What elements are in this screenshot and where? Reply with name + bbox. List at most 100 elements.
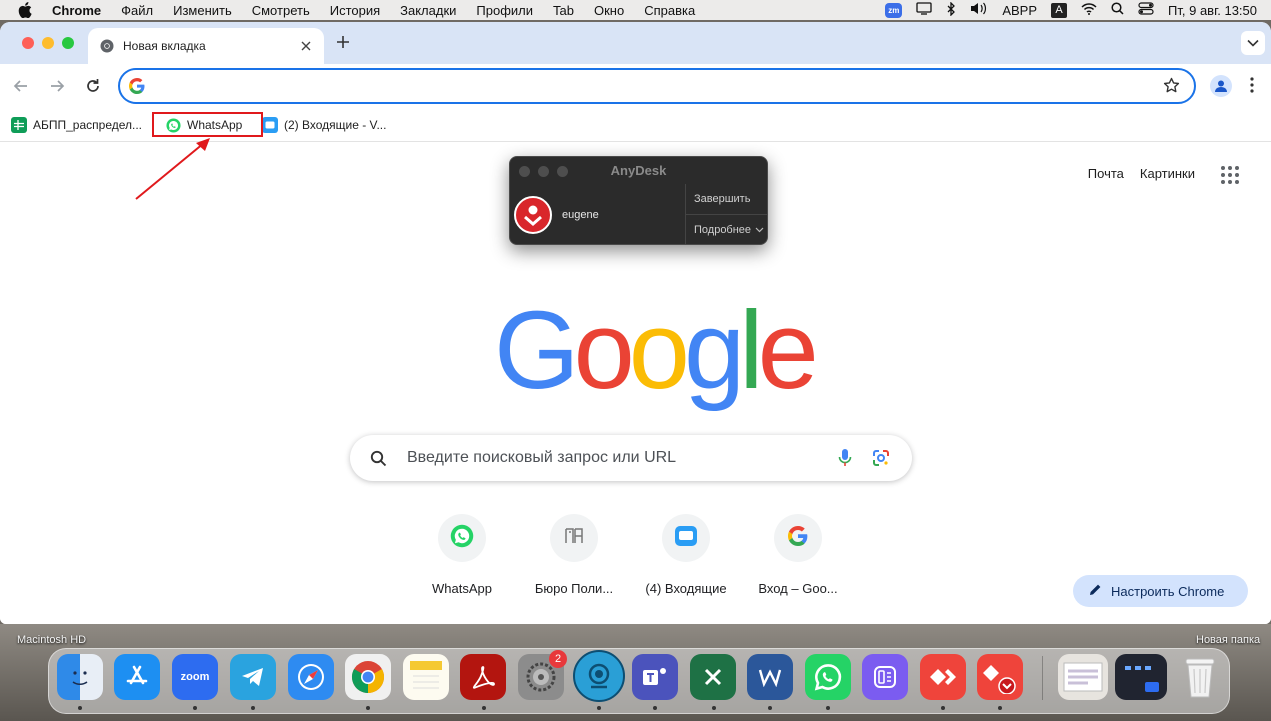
menu-file[interactable]: Файл: [121, 3, 153, 18]
finder-icon[interactable]: [57, 654, 103, 700]
bookmark-star-icon[interactable]: [1163, 77, 1180, 99]
anydesk-minimize-button[interactable]: [538, 166, 549, 177]
close-window-button[interactable]: [22, 37, 34, 49]
anydesk-zoom-button[interactable]: [557, 166, 568, 177]
google-top-links: Почта Картинки: [1088, 166, 1195, 181]
menubar-clock[interactable]: Пт, 9 авг. 13:50: [1168, 3, 1257, 18]
anydesk-user-name: eugene: [562, 209, 599, 221]
control-center-icon[interactable]: [1138, 2, 1154, 18]
google-apps-icon[interactable]: [1221, 166, 1239, 184]
excel-icon[interactable]: [690, 654, 736, 700]
remote-app-icon[interactable]: [862, 654, 908, 700]
whatsapp-icon: [450, 524, 474, 553]
shortcut-inbox[interactable]: (4) Входящие: [630, 514, 742, 596]
google-icon: [788, 525, 808, 551]
profile-avatar[interactable]: [1210, 75, 1232, 97]
anydesk-title-bar: AnyDesk: [510, 157, 767, 184]
forward-button[interactable]: [47, 76, 67, 96]
shortcut-icon-bg: [774, 514, 822, 562]
anydesk-body: eugene Завершить Подробнее: [510, 184, 767, 244]
input-source-icon[interactable]: A: [1051, 2, 1068, 18]
minimize-window-button[interactable]: [42, 37, 54, 49]
running-indicator: [712, 706, 716, 710]
back-button[interactable]: [11, 76, 31, 96]
menu-view[interactable]: Смотреть: [252, 3, 310, 18]
acrobat-icon[interactable]: [460, 654, 506, 700]
anydesk-end-button[interactable]: Завершить: [686, 184, 767, 214]
menu-help[interactable]: Справка: [644, 3, 695, 18]
webcam-app-icon[interactable]: [573, 650, 625, 702]
running-indicator: [482, 706, 486, 710]
settings-notification-badge: 2: [549, 650, 567, 668]
gmail-link[interactable]: Почта: [1088, 166, 1124, 181]
chrome-app-icon[interactable]: [345, 654, 391, 700]
running-indicator: [251, 706, 255, 710]
menu-profiles[interactable]: Профили: [476, 3, 533, 18]
customize-label: Настроить Chrome: [1111, 583, 1225, 599]
google-lens-icon[interactable]: [872, 449, 890, 472]
anydesk-client-icon[interactable]: [977, 654, 1023, 700]
telegram-icon[interactable]: [230, 654, 276, 700]
menu-bookmarks[interactable]: Закладки: [400, 3, 456, 18]
notes-icon[interactable]: [403, 654, 449, 700]
browser-toolbar: [0, 64, 1271, 108]
shortcut-icon-bg: [662, 514, 710, 562]
anydesk-details-label: Подробнее: [694, 223, 752, 236]
address-bar[interactable]: [118, 68, 1196, 104]
app-store-icon[interactable]: [114, 654, 160, 700]
shortcut-google-login[interactable]: Вход – Goo...: [742, 514, 854, 596]
keyboard-layout[interactable]: ABPP: [1002, 3, 1037, 18]
menu-tab[interactable]: Tab: [553, 3, 574, 18]
anydesk-details-button[interactable]: Подробнее: [686, 214, 767, 244]
logo-letter: G: [494, 289, 580, 412]
shortcut-bureau[interactable]: Бюро Поли...: [518, 514, 630, 596]
anydesk-app-icon[interactable]: [920, 654, 966, 700]
safari-icon[interactable]: [288, 654, 334, 700]
downloads-stack-icon[interactable]: [1058, 654, 1108, 700]
screenshots-stack-icon[interactable]: [1115, 654, 1167, 700]
spotlight-search-icon[interactable]: [1111, 2, 1124, 18]
running-indicator: [366, 706, 370, 710]
voice-search-icon[interactable]: [838, 448, 852, 473]
tab-new-tab[interactable]: Новая вкладка: [88, 28, 324, 64]
wifi-icon[interactable]: [1081, 2, 1097, 18]
menu-app-name[interactable]: Chrome: [52, 3, 101, 18]
customize-chrome-button[interactable]: Настроить Chrome: [1073, 575, 1248, 607]
anydesk-close-button[interactable]: [519, 166, 530, 177]
dock-separator: [1042, 656, 1043, 700]
more-menu-icon[interactable]: [1250, 77, 1254, 98]
volume-icon[interactable]: [970, 2, 988, 18]
teams-icon[interactable]: [632, 654, 678, 700]
menu-window[interactable]: Окно: [594, 3, 624, 18]
new-folder-label[interactable]: Новая папка: [1196, 634, 1260, 646]
bookmark-label: АБПП_распредел...: [33, 118, 143, 132]
new-tab-button[interactable]: [335, 34, 351, 50]
menu-history[interactable]: История: [330, 3, 380, 18]
close-icon[interactable]: [298, 38, 314, 54]
images-link[interactable]: Картинки: [1140, 166, 1195, 181]
apple-icon[interactable]: [18, 2, 34, 18]
running-indicator: [78, 706, 82, 710]
trash-icon[interactable]: [1177, 654, 1223, 700]
whatsapp-app-icon[interactable]: [805, 654, 851, 700]
zoom-menubar-icon[interactable]: zm: [885, 2, 903, 18]
menu-edit[interactable]: Изменить: [173, 3, 232, 18]
zoom-app-icon[interactable]: zoom: [172, 654, 218, 700]
shortcut-whatsapp[interactable]: WhatsApp: [406, 514, 518, 596]
logo-letter: g: [683, 289, 745, 412]
bluetooth-icon[interactable]: [946, 0, 956, 19]
logo-letter: o: [628, 289, 690, 412]
bookmark-sheets[interactable]: АБПП_распредел...: [11, 114, 142, 136]
zoom-window-button[interactable]: [62, 37, 74, 49]
google-logo: G o o g l e: [494, 296, 819, 406]
running-indicator: [941, 706, 945, 710]
running-indicator: [597, 706, 601, 710]
search-input[interactable]: [407, 449, 827, 467]
screen-mirroring-icon[interactable]: [916, 2, 932, 18]
google-search-box[interactable]: [350, 435, 912, 481]
tab-search-button[interactable]: [1241, 31, 1265, 55]
reload-button[interactable]: [83, 76, 103, 96]
word-icon[interactable]: [747, 654, 793, 700]
bookmark-inbox[interactable]: (2) Входящие - V...: [262, 114, 386, 136]
macintosh-hd-label[interactable]: Macintosh HD: [17, 634, 86, 646]
